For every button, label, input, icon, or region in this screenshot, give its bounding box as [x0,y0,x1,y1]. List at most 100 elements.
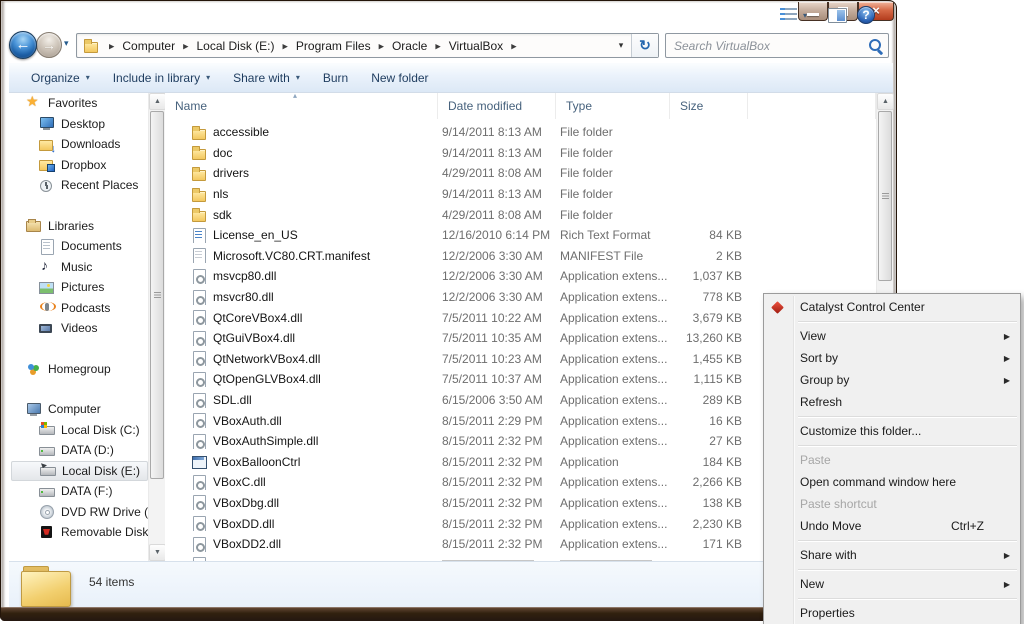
context-menu-item[interactable] [764,595,1020,602]
sidebar-item[interactable]: Homegroup [9,359,148,380]
file-type: MANIFEST File [556,249,670,263]
refresh-button[interactable]: ↻ [631,34,658,57]
context-menu-item[interactable]: Share with ▶ [764,544,1020,566]
file-date: 4/29/2011 8:08 AM [438,208,556,222]
forward-button[interactable]: → [36,32,62,58]
file-row[interactable]: Microsoft.VC80.CRT.manifest 12/2/2006 3:… [165,246,876,267]
sidebar-icon [39,116,55,131]
context-menu-item-label: View [800,329,826,343]
file-type: Application extens... [556,372,670,386]
toolbar-button[interactable]: Include in library ▾ [113,71,210,85]
search-input[interactable]: Search VirtualBox [665,33,889,58]
column-header[interactable] [748,93,876,119]
context-menu-item[interactable]: Sort by ▶ [764,347,1020,369]
breadcrumb-separator-icon: ▶ [283,42,288,50]
recent-pages-caret-icon[interactable]: ▾ [64,38,69,49]
sidebar-item[interactable]: DVD RW Drive (G [9,502,148,523]
sidebar-item[interactable]: Local Disk (C:) [9,420,148,441]
scroll-down-icon[interactable]: ▼ [149,544,166,561]
search-icon[interactable] [866,36,888,56]
file-row[interactable]: doc 9/14/2011 8:13 AM File folder [165,143,876,164]
breadcrumb-item[interactable]: ▶ Local Disk (E:) [175,39,274,53]
preview-pane-icon[interactable] [828,8,847,23]
breadcrumb-item[interactable]: ▶ Program Files [275,39,371,53]
scroll-up-icon[interactable]: ▲ [877,93,894,110]
sidebar-item[interactable]: Pictures [9,277,148,298]
column-header[interactable]: Date modified [438,93,556,119]
sidebar-item[interactable]: Dropbox [9,155,148,176]
breadcrumb-item[interactable]: ▶ [503,42,524,50]
context-menu-item[interactable] [764,537,1020,544]
sidebar-item[interactable]: Music [9,257,148,278]
sidebar-item[interactable]: Favorites [9,93,148,114]
file-icon [191,434,207,449]
back-button[interactable]: ← [9,31,37,59]
sidebar-scrollbar[interactable]: ▲ ▼ [148,93,165,561]
context-menu-item[interactable] [764,442,1020,449]
context-menu-item[interactable]: Undo Move Ctrl+Z [764,515,1020,537]
file-row[interactable]: accessible 9/14/2011 8:13 AM File folder [165,122,876,143]
toolbar-button[interactable]: Burn [323,71,348,85]
sidebar-item[interactable]: Recent Places [9,175,148,196]
sidebar-item-label: Computer [48,402,101,416]
file-row[interactable]: drivers 4/29/2011 8:08 AM File folder [165,163,876,184]
context-menu-item[interactable]: Open command window here [764,471,1020,493]
context-menu-item[interactable] [764,413,1020,420]
context-menu-item-label: Catalyst Control Center [800,300,925,314]
column-header[interactable]: Type [556,93,670,119]
sidebar-item[interactable]: DATA (D:) [9,440,148,461]
toolbar-button[interactable]: Share with ▾ [233,71,300,85]
scroll-up-icon[interactable]: ▲ [149,93,166,110]
breadcrumb-item[interactable]: ▶ Oracle [371,39,428,53]
context-menu-item[interactable]: Catalyst Control Center [764,296,1020,318]
sidebar-item[interactable]: Local Disk (E:) [11,461,148,482]
file-row[interactable]: nls 9/14/2011 8:13 AM File folder [165,184,876,205]
file-row[interactable]: License_en_US 12/16/2010 6:14 PM Rich Te… [165,225,876,246]
file-name-cell: QtCoreVBox4.dll [165,310,438,325]
sidebar-icon [39,239,55,254]
context-menu-item-label: Paste shortcut [800,497,877,511]
scrollbar-thumb[interactable] [878,111,892,281]
file-icon [191,475,207,490]
toolbar-button[interactable]: New folder [371,71,428,85]
breadcrumb-item[interactable]: ▶ Computer [101,39,175,53]
toolbar-button[interactable]: Organize ▾ [31,71,90,85]
change-view-caret-icon[interactable]: ▾ [803,11,807,20]
sidebar-item[interactable]: Desktop [9,114,148,135]
sidebar-item[interactable]: Downloads [9,134,148,155]
context-menu-item[interactable]: Properties [764,602,1020,624]
file-icon [191,537,207,552]
context-menu-item[interactable]: Paste [764,449,1020,471]
file-row[interactable]: msvcp80.dll 12/2/2006 3:30 AM Applicatio… [165,266,876,287]
context-menu-item[interactable]: Customize this folder... [764,420,1020,442]
context-menu-item[interactable]: Group by ▶ [764,369,1020,391]
sidebar-item[interactable]: Libraries [9,216,148,237]
context-menu-item[interactable]: Paste shortcut [764,493,1020,515]
scrollbar-thumb[interactable] [150,111,164,479]
sidebar-item[interactable]: Removable Disk ( [9,522,148,543]
column-header[interactable]: Size [670,93,748,119]
context-menu-item[interactable] [764,318,1020,325]
column-header[interactable]: Name [165,93,438,119]
context-menu-item[interactable] [764,566,1020,573]
file-name-cell: VBoxDbg.dll [165,495,438,510]
help-icon[interactable]: ? [857,6,875,24]
address-dropdown-caret-icon[interactable]: ▾ [611,40,631,51]
context-menu-item[interactable]: New ▶ [764,573,1020,595]
sidebar-icon [26,402,42,417]
address-bar[interactable]: ▶ Computer ▶ Local Disk (E:) ▶ Program F… [76,33,659,58]
file-date: 4/29/2011 8:08 AM [438,166,556,180]
file-row[interactable]: sdk 4/29/2011 8:08 AM File folder [165,204,876,225]
sidebar-item[interactable]: Documents [9,236,148,257]
sidebar-item[interactable]: Podcasts [9,298,148,319]
sidebar-item[interactable]: Computer [9,399,148,420]
file-name: QtGuiVBox4.dll [213,331,295,345]
change-view-icon[interactable] [780,8,797,23]
context-menu-item[interactable]: View ▶ [764,325,1020,347]
toolbar-button-label: Include in library [113,71,200,85]
file-name-cell: SDL.dll [165,393,438,408]
sidebar-item[interactable]: Videos [9,318,148,339]
breadcrumb-item[interactable]: ▶ VirtualBox [427,39,503,53]
context-menu-item[interactable]: Refresh [764,391,1020,413]
sidebar-item[interactable]: DATA (F:) [9,481,148,502]
